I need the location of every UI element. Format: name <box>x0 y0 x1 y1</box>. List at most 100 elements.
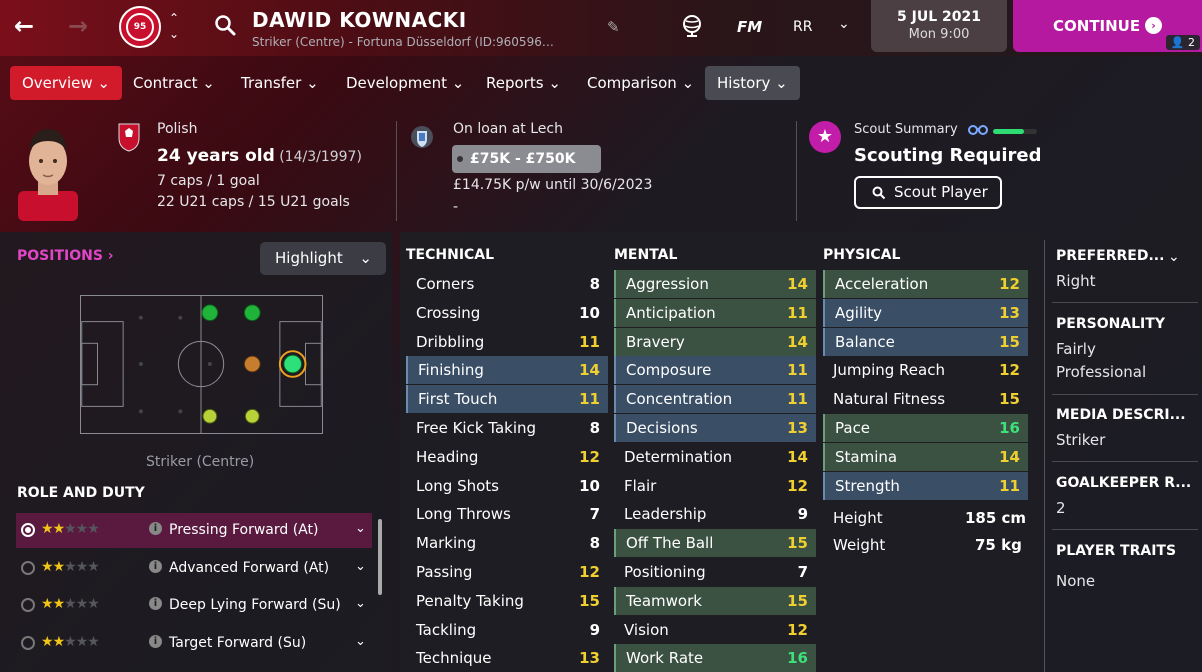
chevron-down-icon[interactable]: ⌄ <box>355 521 366 536</box>
preferred-foot-title[interactable]: PREFERRED... <box>1056 248 1164 264</box>
chevron-down-icon[interactable]: ⌄ <box>1168 249 1180 265</box>
role-row[interactable]: ★★★★★ i Target Forward (Su) ⌄ <box>16 626 372 661</box>
scout-player-button[interactable]: Scout Player <box>854 176 1002 209</box>
attribute-row[interactable]: Determination 14 <box>614 443 816 471</box>
tab-comparison[interactable]: Comparison ⌄ <box>575 66 706 100</box>
search-icon[interactable] <box>214 14 236 36</box>
attribute-row[interactable]: Composure 11 <box>614 356 816 385</box>
attribute-row[interactable]: Corners 8 <box>406 270 608 298</box>
attribute-row[interactable]: Decisions 13 <box>614 414 816 442</box>
attribute-row[interactable]: Natural Fitness 15 <box>823 385 1028 413</box>
attribute-row[interactable]: Positioning 7 <box>614 558 816 586</box>
attribute-row[interactable]: Penalty Taking 15 <box>406 587 608 615</box>
attribute-row[interactable]: Dribbling 11 <box>406 328 608 356</box>
attribute-row[interactable]: Technique 13 <box>406 644 608 672</box>
role-row[interactable]: ★★★★★ i Deep Lying Forward (Su) ⌄ <box>16 588 372 623</box>
preferred-foot-value: Right <box>1056 272 1096 290</box>
attribute-row[interactable]: Marking 8 <box>406 529 608 557</box>
attribute-name: Strength <box>835 476 900 495</box>
globe-icon[interactable] <box>681 14 703 38</box>
role-row[interactable]: ★★★★★ i Pressing Forward (At) ⌄ <box>16 513 372 548</box>
date-box[interactable]: 5 JUL 2021 Mon 9:00 <box>871 0 1007 52</box>
attribute-value: 7 <box>797 563 808 581</box>
media-description-value: Striker <box>1056 431 1106 449</box>
attribute-row[interactable]: Acceleration 12 <box>823 270 1028 298</box>
attribute-row[interactable]: Jumping Reach 12 <box>823 356 1028 384</box>
attribute-row[interactable]: Teamwork 15 <box>614 586 816 615</box>
role-radio[interactable] <box>21 561 35 575</box>
age-line: 24 years old (14/3/1997) <box>157 146 362 166</box>
chevron-down-icon[interactable]: ⌄ <box>355 596 366 611</box>
info-icon[interactable]: i <box>149 597 162 610</box>
club-crest[interactable]: 95 <box>119 6 161 48</box>
attribute-row[interactable]: Heading 12 <box>406 443 608 471</box>
forward-arrow-icon[interactable]: → <box>68 12 88 40</box>
attribute-row[interactable]: First Touch 11 <box>406 385 608 414</box>
attribute-row[interactable]: Passing 12 <box>406 558 608 586</box>
player-cycle-icon[interactable]: ⌃ ⌄ <box>169 10 179 42</box>
loan-club-badge-icon[interactable] <box>410 123 434 153</box>
role-row[interactable]: ★★★★★ i Advanced Forward (At) ⌄ <box>16 551 372 586</box>
attribute-row[interactable]: Finishing 14 <box>406 356 608 385</box>
attribute-row[interactable]: Free Kick Taking 8 <box>406 414 608 442</box>
attribute-row[interactable]: Work Rate 16 <box>614 644 816 672</box>
tab-overview[interactable]: Overview ⌄ <box>10 66 122 100</box>
back-arrow-icon[interactable]: ← <box>14 12 34 40</box>
attribute-row[interactable]: Tackling 9 <box>406 616 608 644</box>
chevron-down-icon[interactable]: ⌄ <box>838 16 850 32</box>
wage-contract: £14.75K p/w until 30/6/2023 <box>453 177 653 193</box>
tab-reports[interactable]: Reports ⌄ <box>474 66 573 100</box>
info-icon[interactable]: i <box>149 522 162 535</box>
roles-scrollbar[interactable] <box>378 519 382 595</box>
attribute-row[interactable]: Pace 16 <box>823 414 1028 442</box>
attribute-value: 9 <box>797 505 808 524</box>
attribute-row[interactable]: Anticipation 11 <box>614 298 816 327</box>
rr-menu[interactable]: RR <box>793 19 812 35</box>
attribute-value: 10 <box>579 476 600 495</box>
attribute-value: 14 <box>579 361 600 380</box>
attribute-row[interactable]: Strength 11 <box>823 471 1028 500</box>
attribute-name: Positioning <box>624 563 706 581</box>
loan-status[interactable]: On loan at Lech <box>453 121 563 137</box>
attribute-row[interactable]: Agility 13 <box>823 298 1028 327</box>
attribute-row[interactable]: Aggression 14 <box>614 270 816 298</box>
star-icon: ★ <box>87 596 100 612</box>
attribute-value: 9 <box>589 620 600 639</box>
positions-link[interactable]: POSITIONS › <box>17 248 114 264</box>
role-radio[interactable] <box>21 523 35 537</box>
weight-value: 75 kg <box>975 536 1022 554</box>
role-star-rating: ★★★★★ <box>41 596 100 612</box>
highlight-dropdown[interactable]: Highlight ⌄ <box>260 242 386 275</box>
fm-menu[interactable]: FM <box>737 18 762 36</box>
attribute-row[interactable]: Vision 12 <box>614 616 816 644</box>
player-subtitle[interactable]: Striker (Centre) - Fortuna Düsseldorf (I… <box>252 35 554 49</box>
role-radio[interactable] <box>21 598 35 612</box>
attribute-row[interactable]: Balance 15 <box>823 327 1028 356</box>
attribute-row[interactable]: Crossing 10 <box>406 299 608 327</box>
info-icon[interactable]: i <box>149 560 162 573</box>
attribute-value: 12 <box>787 476 808 495</box>
attribute-row[interactable]: Bravery 14 <box>614 327 816 356</box>
attribute-row[interactable]: Long Throws 7 <box>406 500 608 528</box>
edit-pencil-icon[interactable]: ✎ <box>607 18 620 36</box>
continue-button[interactable]: CONTINUE › 👤 2 <box>1013 0 1202 52</box>
attribute-row[interactable]: Leadership 9 <box>614 500 816 528</box>
role-radio[interactable] <box>21 636 35 650</box>
attribute-name: Heading <box>416 447 479 466</box>
attribute-row[interactable]: Long Shots 10 <box>406 472 608 500</box>
attribute-row[interactable]: Concentration 11 <box>614 385 816 414</box>
attribute-row[interactable]: Off The Ball 15 <box>614 529 816 558</box>
tab-contract[interactable]: Contract ⌄ <box>121 66 227 100</box>
tab-transfer[interactable]: Transfer ⌄ <box>229 66 331 100</box>
tab-history[interactable]: History ⌄ <box>705 66 800 100</box>
chevron-down-icon[interactable]: ⌄ <box>355 559 366 574</box>
attribute-row[interactable]: Flair 12 <box>614 472 816 500</box>
attribute-row[interactable]: Stamina 14 <box>823 442 1028 471</box>
attribute-name: Tackling <box>416 620 477 639</box>
info-icon[interactable]: i <box>149 635 162 648</box>
attribute-name: Free Kick Taking <box>416 419 537 437</box>
attribute-value: 14 <box>787 447 808 466</box>
tab-development[interactable]: Development ⌄ <box>334 66 476 100</box>
chevron-down-icon[interactable]: ⌄ <box>355 634 366 649</box>
nation-badge-icon[interactable] <box>116 121 142 153</box>
